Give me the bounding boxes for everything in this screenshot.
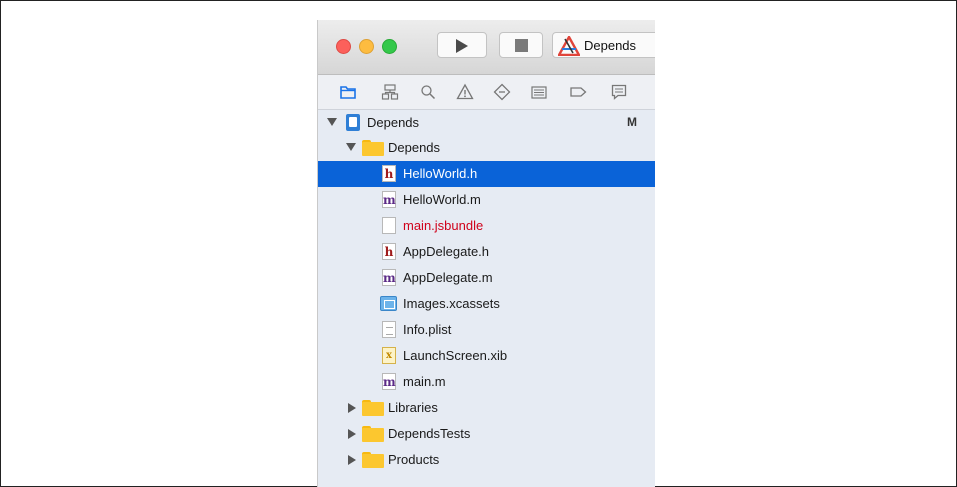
play-icon	[456, 39, 468, 53]
tree-row-file[interactable]: m HelloWorld.m	[318, 187, 655, 213]
folder-icon	[362, 400, 384, 416]
folder-icon	[362, 452, 384, 468]
asset-catalog-icon	[380, 296, 397, 311]
test-navigator-icon[interactable]	[493, 83, 511, 101]
run-button[interactable]	[437, 32, 487, 58]
project-label: Depends	[367, 115, 420, 130]
modified-badge: M	[627, 115, 637, 129]
zoom-window-button[interactable]	[382, 39, 397, 54]
tree-row-file[interactable]: Images.xcassets	[318, 291, 655, 317]
file-label: HelloWorld.m	[403, 192, 481, 207]
disclosure-collapsed-icon[interactable]	[348, 455, 356, 465]
tree-row-group-products[interactable]: Products	[318, 447, 655, 473]
symbol-navigator-icon[interactable]	[381, 83, 399, 101]
file-label: main.m	[403, 374, 446, 389]
implementation-file-icon: m	[382, 373, 396, 390]
stop-button[interactable]	[499, 32, 543, 58]
issue-navigator-icon[interactable]	[456, 83, 474, 101]
file-label: Info.plist	[403, 322, 452, 337]
tree-row-group-dependstests[interactable]: DependsTests	[318, 421, 655, 447]
file-label: LaunchScreen.xib	[403, 348, 508, 363]
implementation-file-icon: m	[382, 191, 396, 208]
scheme-label: Depends	[584, 38, 637, 53]
report-navigator-icon[interactable]	[610, 83, 628, 101]
folder-icon	[362, 426, 384, 442]
navigator-selector-bar	[318, 75, 655, 110]
minimize-window-button[interactable]	[359, 39, 374, 54]
xcode-project-icon	[346, 114, 360, 131]
disclosure-expanded-icon[interactable]	[327, 118, 337, 126]
window-toolbar: Depends	[318, 20, 655, 75]
tree-row-project[interactable]: Depends M	[318, 110, 655, 136]
stop-icon	[515, 39, 528, 52]
disclosure-collapsed-icon[interactable]	[348, 403, 356, 413]
tree-row-file[interactable]: m AppDelegate.m	[318, 265, 655, 291]
group-label: Depends	[388, 140, 441, 155]
folder-icon	[362, 140, 384, 156]
tree-row-file[interactable]: m main.m	[318, 369, 655, 395]
tree-row-file[interactable]: h AppDelegate.h	[318, 239, 655, 265]
file-label: AppDelegate.h	[403, 244, 490, 259]
file-label: Images.xcassets	[403, 296, 500, 311]
blank-file-icon	[382, 217, 396, 234]
scheme-selector[interactable]: Depends	[552, 32, 655, 58]
app-target-icon	[556, 34, 582, 61]
implementation-file-icon: m	[382, 269, 396, 286]
debug-navigator-icon[interactable]	[530, 83, 548, 101]
breakpoint-navigator-icon[interactable]	[569, 83, 587, 101]
xcode-window: Depends Depends M Depends h HelloWorld.h…	[317, 20, 655, 487]
tree-row-file[interactable]: x LaunchScreen.xib	[318, 343, 655, 369]
file-label: AppDelegate.m	[403, 270, 493, 285]
project-navigator-icon[interactable]	[339, 83, 357, 101]
find-navigator-icon[interactable]	[419, 83, 437, 101]
group-label: Products	[388, 452, 440, 467]
tree-row-file[interactable]: h HelloWorld.h	[318, 161, 655, 187]
tree-row-group-depends[interactable]: Depends	[318, 135, 655, 161]
tree-row-file[interactable]: main.jsbundle	[318, 213, 655, 239]
file-label: HelloWorld.h	[403, 166, 478, 181]
disclosure-expanded-icon[interactable]	[346, 143, 356, 151]
tree-row-group-libraries[interactable]: Libraries	[318, 395, 655, 421]
tree-row-file[interactable]: Info.plist	[318, 317, 655, 343]
header-file-icon: h	[382, 165, 396, 182]
xib-file-icon: x	[382, 347, 396, 364]
close-window-button[interactable]	[336, 39, 351, 54]
group-label: DependsTests	[388, 426, 471, 441]
header-file-icon: h	[382, 243, 396, 260]
disclosure-collapsed-icon[interactable]	[348, 429, 356, 439]
file-label-missing: main.jsbundle	[403, 218, 484, 233]
plist-file-icon	[382, 321, 396, 338]
group-label: Libraries	[388, 400, 438, 415]
